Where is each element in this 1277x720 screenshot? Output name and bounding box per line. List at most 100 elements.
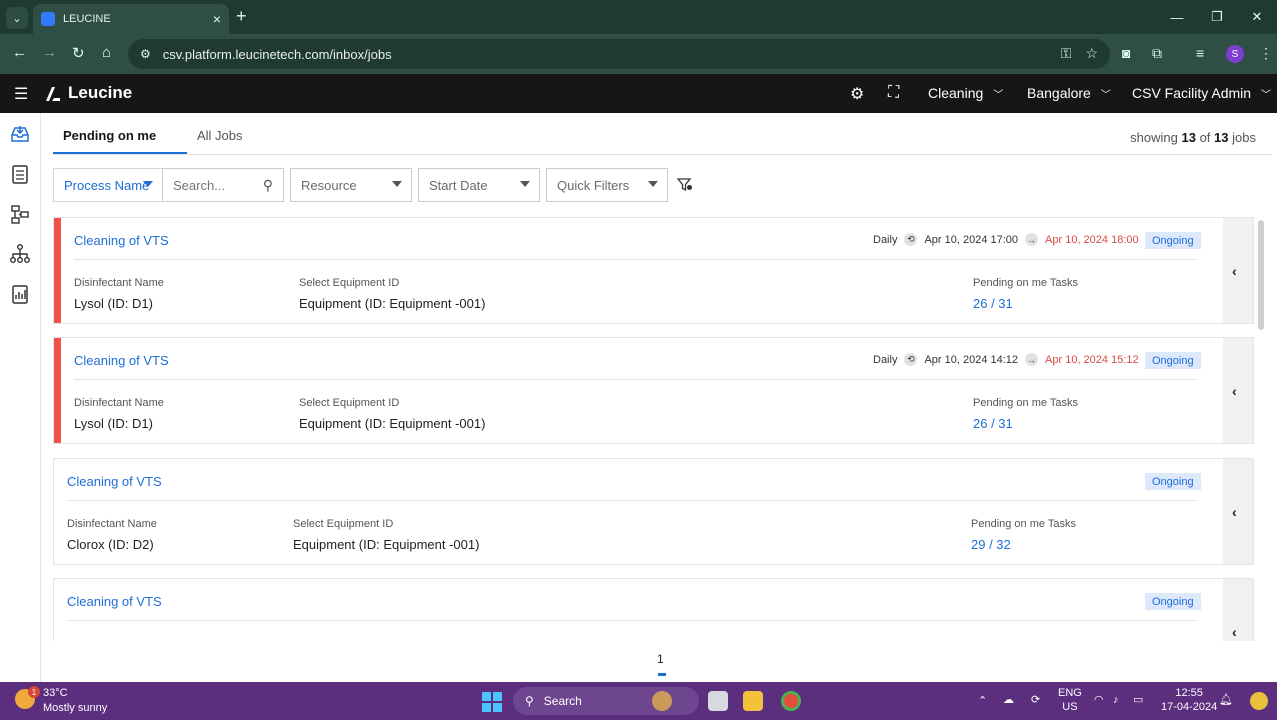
tab-all-jobs[interactable]: All Jobs xyxy=(197,128,243,143)
tab-pending-on-me[interactable]: Pending on me xyxy=(63,128,156,143)
maximize-icon[interactable]: ❐ xyxy=(1197,0,1237,34)
job-card[interactable]: Cleaning of VTS Ongoing ‹ xyxy=(53,578,1254,641)
checklist-icon[interactable] xyxy=(9,163,31,185)
start-date-select[interactable]: Start Date xyxy=(418,168,540,202)
user-dropdown[interactable]: CSV Facility Admin ﹀ xyxy=(1132,85,1271,101)
showing-suffix: jobs xyxy=(1232,130,1256,145)
wifi-icon[interactable]: ◠ xyxy=(1094,693,1104,707)
os-taskbar: 1 33°C Mostly sunny ⚲ Search ⌃ ☁ ⟳ ENG U… xyxy=(0,682,1277,720)
job-title[interactable]: Cleaning of VTS xyxy=(74,233,169,248)
bookmark-star-icon[interactable]: ☆ xyxy=(1085,45,1098,62)
reload-icon[interactable]: ↻ xyxy=(72,44,85,62)
expand-panel[interactable]: ‹ xyxy=(1223,338,1253,443)
settings-gear-icon[interactable]: ⚙ xyxy=(850,84,864,104)
browser-menu-icon[interactable]: ⋮ xyxy=(1259,45,1273,62)
expand-panel[interactable]: ‹ xyxy=(1223,459,1253,564)
weather-badge: 1 xyxy=(28,686,40,698)
browser-tab[interactable]: LEUCINE × xyxy=(33,4,229,34)
field-label: Disinfectant Name xyxy=(74,397,164,409)
quick-filters-select[interactable]: Quick Filters xyxy=(546,168,668,202)
clear-filter-icon[interactable] xyxy=(677,178,693,192)
location-dropdown[interactable]: Bangalore ﹀ xyxy=(1027,85,1111,101)
expand-panel[interactable]: ‹ xyxy=(1223,218,1253,323)
arrow-right-icon: → xyxy=(1025,233,1039,246)
job-card[interactable]: Cleaning of VTS Daily ⟲ Apr 10, 2024 14:… xyxy=(53,337,1254,444)
pending-tasks-count[interactable]: 26 / 31 xyxy=(973,296,1013,311)
field-value: Equipment (ID: Equipment -001) xyxy=(299,296,486,311)
job-card[interactable]: Cleaning of VTS Daily ⟲ Apr 10, 2024 17:… xyxy=(53,217,1254,324)
home-icon[interactable]: ⌂ xyxy=(102,44,111,61)
active-tab-indicator xyxy=(53,152,187,154)
profile-avatar[interactable]: S xyxy=(1226,45,1244,63)
copilot-icon[interactable] xyxy=(1250,692,1268,710)
clock[interactable]: 12:55 17-04-2024 xyxy=(1161,686,1217,714)
reports-icon[interactable] xyxy=(9,283,31,305)
search-field: ⚲ xyxy=(162,168,284,202)
close-window-icon[interactable]: ✕ xyxy=(1237,0,1277,34)
close-tab-icon[interactable]: × xyxy=(213,11,221,27)
chevron-left-icon[interactable]: ‹ xyxy=(1232,263,1237,279)
scrollbar-thumb[interactable] xyxy=(1258,220,1264,330)
widget-icon[interactable] xyxy=(652,691,672,711)
page-number[interactable]: 1 xyxy=(657,652,664,666)
job-schedule: Daily ⟲ Apr 10, 2024 17:00 → Apr 10, 202… xyxy=(873,233,1139,246)
scan-icon[interactable]: ⛶ xyxy=(888,84,899,102)
divider xyxy=(67,500,1197,501)
new-tab-button[interactable]: + xyxy=(236,6,247,27)
arrow-right-icon: → xyxy=(1025,353,1039,366)
process-flow-icon[interactable] xyxy=(9,203,31,225)
region: US xyxy=(1062,701,1078,713)
tab-search-button[interactable]: ⌄ xyxy=(6,7,28,29)
file-explorer-icon[interactable] xyxy=(743,691,763,711)
media-control-icon[interactable]: ≡ xyxy=(1196,45,1204,61)
cloud-icon[interactable]: ☁ xyxy=(1003,693,1014,707)
field-value: Clorox (ID: D2) xyxy=(67,537,154,552)
search-icon: ⚲ xyxy=(525,694,534,708)
resource-select[interactable]: Resource xyxy=(290,168,412,202)
windows-start-icon[interactable] xyxy=(482,692,502,712)
hierarchy-icon[interactable] xyxy=(9,243,31,265)
chevron-left-icon[interactable]: ‹ xyxy=(1232,383,1237,399)
pending-tasks-count[interactable]: 29 / 32 xyxy=(971,537,1011,552)
frequency: Daily xyxy=(873,233,898,246)
date: 17-04-2024 xyxy=(1161,701,1218,713)
address-bar-row: ← → ↻ ⌂ ⚙ csv.platform.leucinetech.com/i… xyxy=(0,34,1277,74)
search-input[interactable] xyxy=(173,177,259,193)
extensions-puzzle-icon[interactable]: ⧉ xyxy=(1152,45,1162,62)
job-title[interactable]: Cleaning of VTS xyxy=(74,353,169,368)
user-label: CSV Facility Admin xyxy=(1132,85,1252,101)
resource-label: Resource xyxy=(301,177,357,193)
battery-icon[interactable]: ▭ xyxy=(1133,693,1143,707)
site-info-icon[interactable]: ⚙ xyxy=(140,47,151,61)
job-title[interactable]: Cleaning of VTS xyxy=(67,594,162,609)
pending-tasks-count[interactable]: 26 / 31 xyxy=(973,416,1013,431)
process-name-select[interactable]: Process Name xyxy=(53,168,163,202)
tray-overflow-icon[interactable]: ⌃ xyxy=(978,694,987,708)
notification-bell-icon[interactable]: 🔔︎ xyxy=(1219,693,1233,707)
expand-panel[interactable]: ‹ xyxy=(1223,579,1253,641)
volume-icon[interactable]: ♪ xyxy=(1113,693,1119,707)
omnibox[interactable]: ⚙ csv.platform.leucinetech.com/inbox/job… xyxy=(128,39,1110,69)
hamburger-menu-icon[interactable]: ☰ xyxy=(14,84,28,104)
back-icon[interactable]: ← xyxy=(12,44,27,61)
job-card[interactable]: Cleaning of VTS Ongoing Disinfectant Nam… xyxy=(53,458,1254,565)
task-view-icon[interactable] xyxy=(708,691,728,711)
chrome-icon[interactable] xyxy=(781,691,801,711)
inbox-icon[interactable] xyxy=(9,123,31,145)
chevron-left-icon[interactable]: ‹ xyxy=(1232,624,1237,640)
sync-icon[interactable]: ⟳ xyxy=(1031,693,1040,707)
facility-dropdown[interactable]: Cleaning ﹀ xyxy=(928,85,1003,101)
job-title[interactable]: Cleaning of VTS xyxy=(67,474,162,489)
chevron-left-icon[interactable]: ‹ xyxy=(1232,504,1237,520)
showing-total: 13 xyxy=(1214,130,1229,145)
field-label: Select Equipment ID xyxy=(299,277,400,289)
camera-extension-icon[interactable]: ◙ xyxy=(1122,45,1130,61)
minimize-icon[interactable]: — xyxy=(1157,0,1197,34)
forward-icon[interactable]: → xyxy=(42,44,57,61)
start-date-label: Start Date xyxy=(429,177,488,193)
repeat-icon: ⟲ xyxy=(904,233,918,246)
caret-down-icon xyxy=(143,181,153,187)
password-key-icon[interactable]: ⚿ xyxy=(1061,45,1072,62)
language-indicator[interactable]: ENG US xyxy=(1058,686,1082,714)
search-icon[interactable]: ⚲ xyxy=(263,177,273,194)
